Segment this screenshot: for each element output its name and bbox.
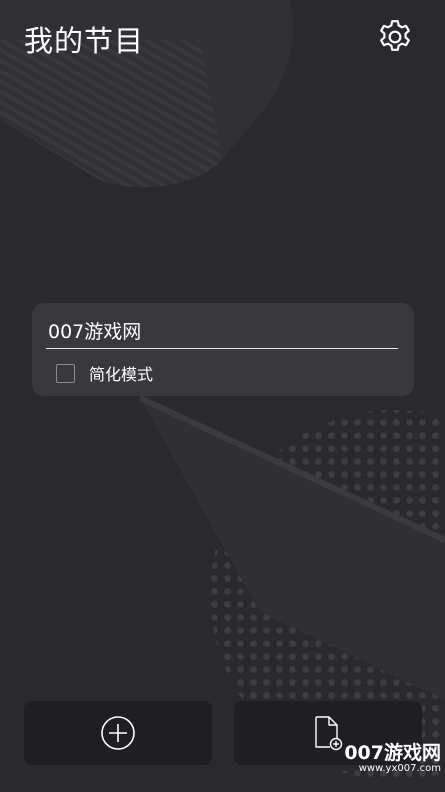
watermark: 007游戏网 www.yx007.com	[330, 742, 445, 792]
program-card: 简化模式	[32, 303, 414, 396]
program-name-field[interactable]	[46, 313, 398, 349]
add-program-button[interactable]	[24, 701, 212, 765]
plus-circle-icon	[101, 716, 135, 750]
simple-mode-label: 简化模式	[89, 365, 154, 384]
simple-mode-option[interactable]: 简化模式	[56, 362, 153, 384]
gear-icon	[380, 20, 410, 51]
simple-mode-checkbox[interactable]	[56, 363, 75, 383]
settings-button[interactable]	[372, 14, 418, 60]
page-title: 我的节目	[24, 24, 145, 58]
watermark-title: 007游戏网	[344, 742, 441, 764]
watermark-url: www.yx007.com	[358, 762, 441, 774]
background-decoration	[0, 0, 445, 780]
